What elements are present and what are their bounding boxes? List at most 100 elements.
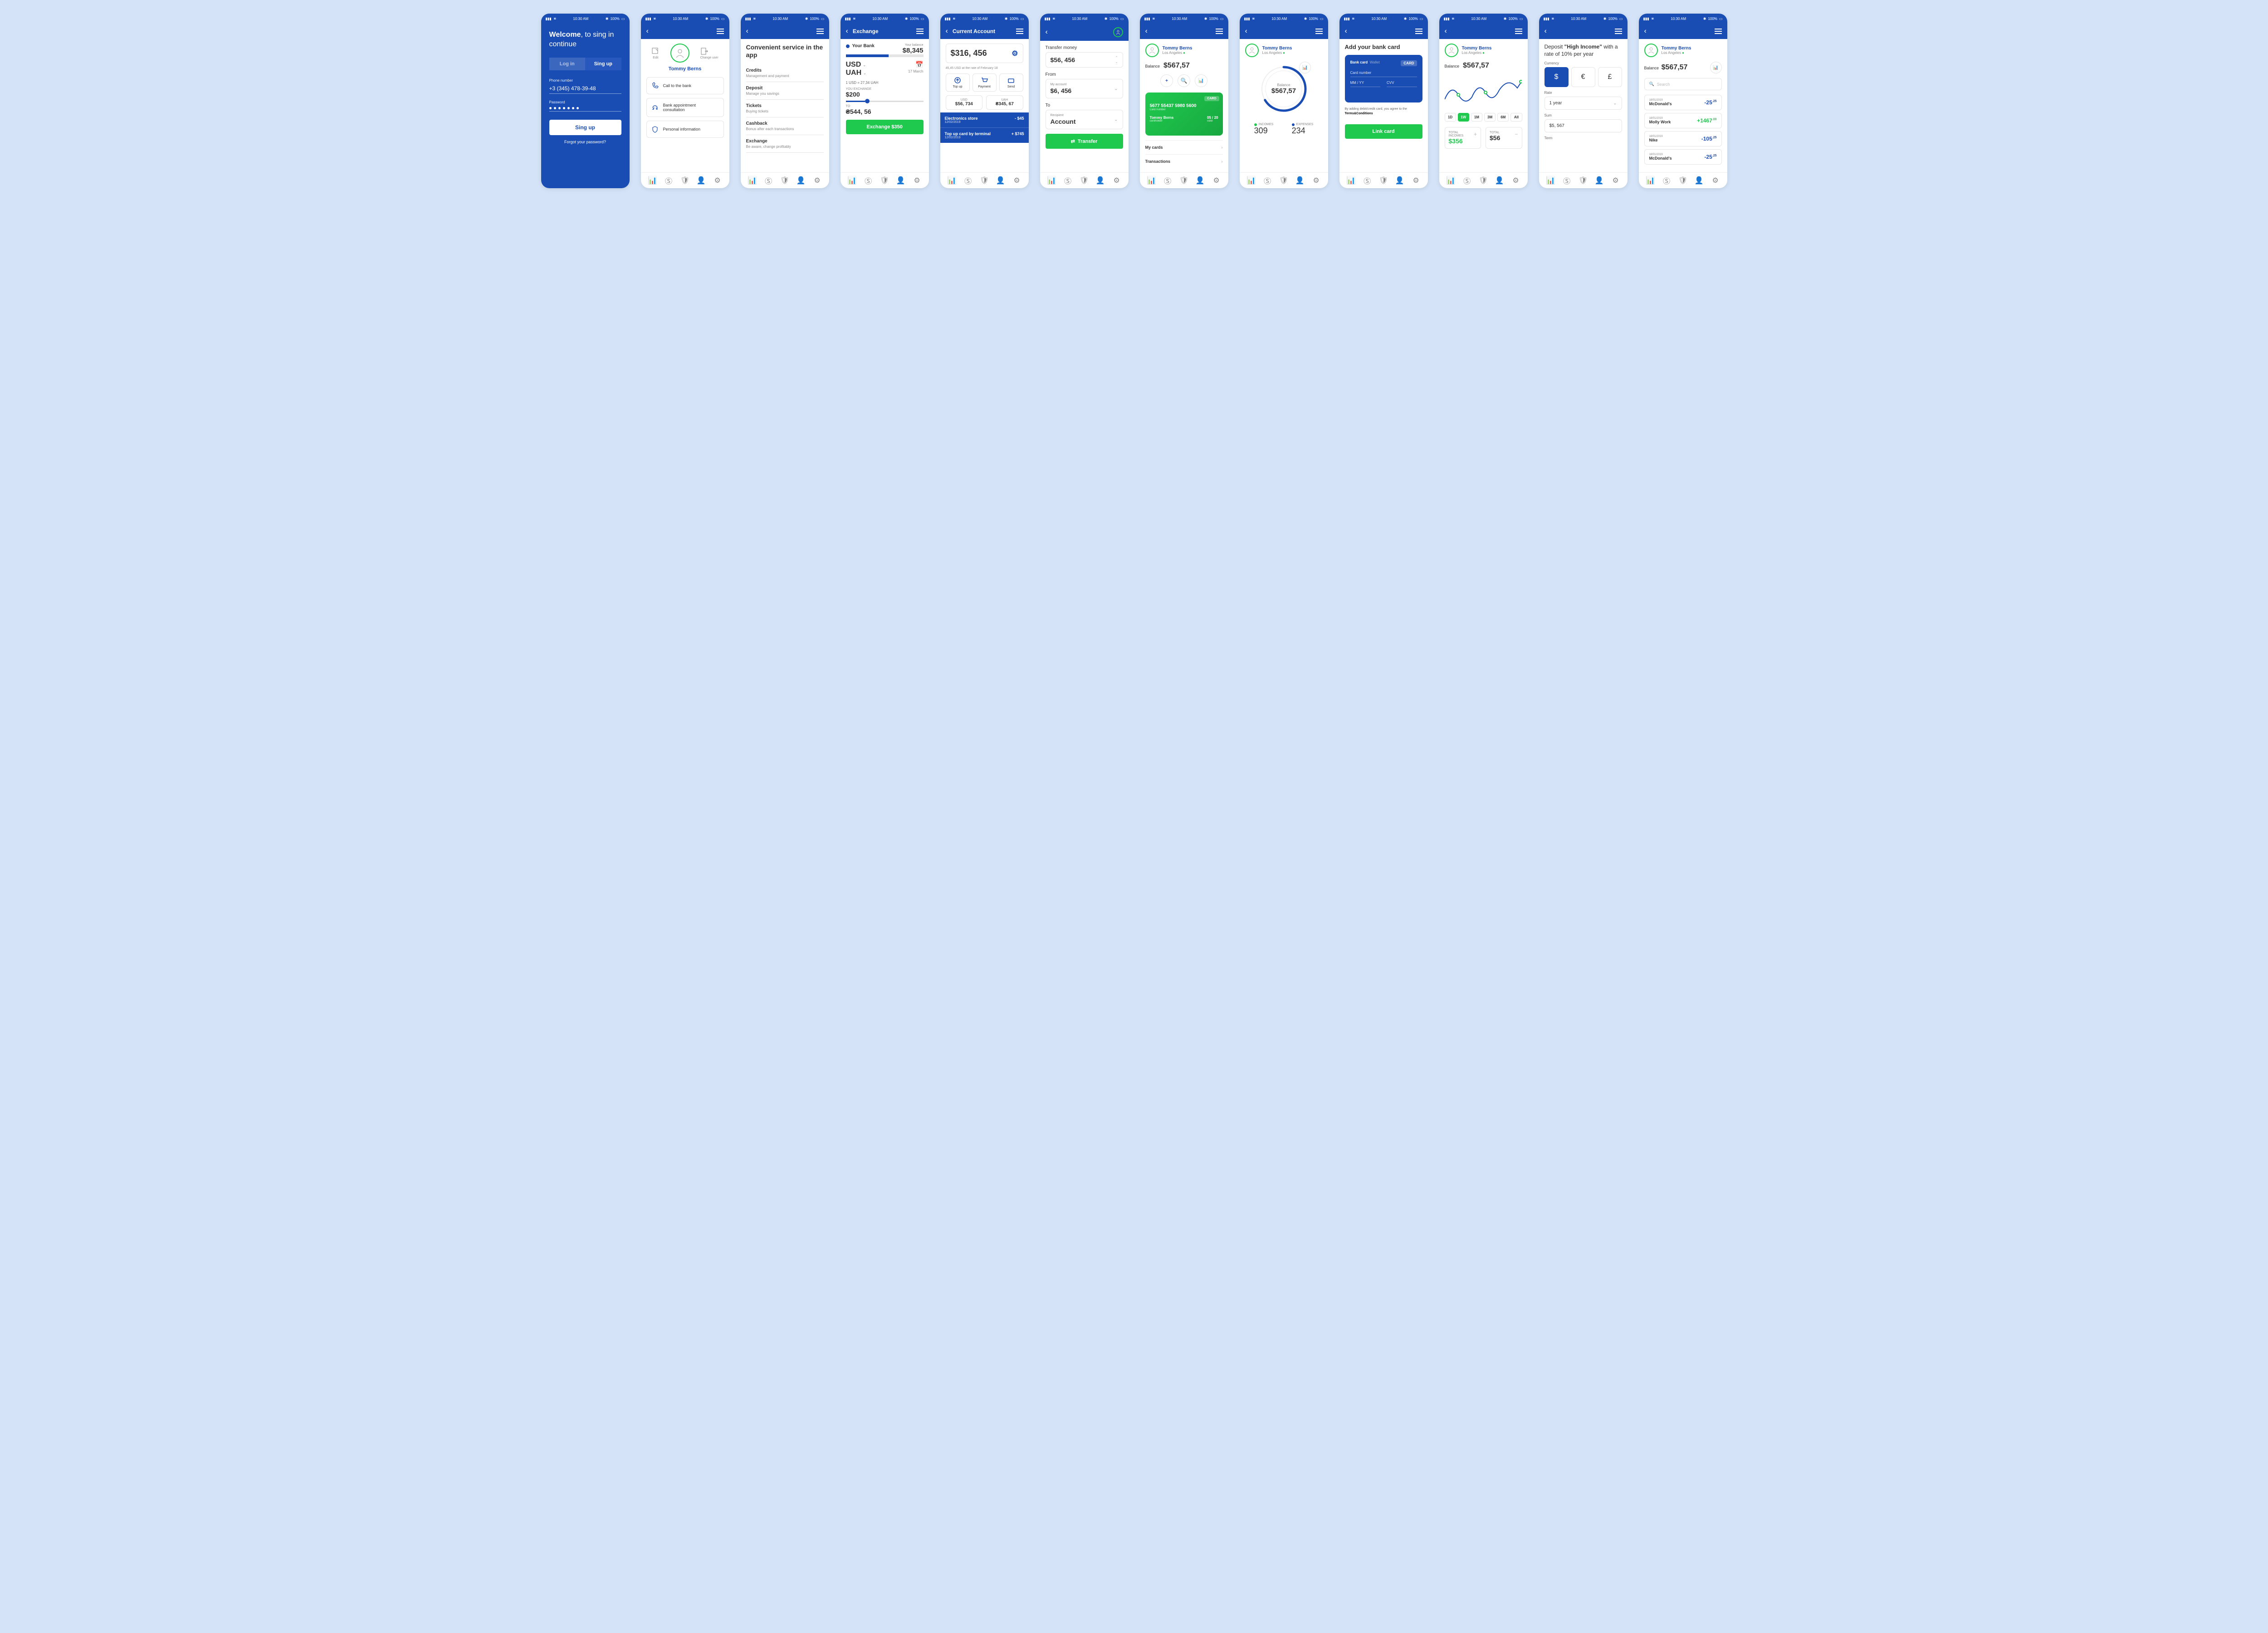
back-button[interactable]: ‹ [646, 27, 649, 35]
transaction-row[interactable]: 18/01/2019McDonald's-25.25 [1644, 149, 1722, 165]
call-bank-item[interactable]: Call to the bank [646, 77, 724, 94]
transaction-row[interactable]: 18/01/2019Molly Work+1467.00 [1644, 113, 1722, 128]
currency-from[interactable]: USD⌄ [846, 61, 866, 69]
signup-button[interactable]: Sing up [549, 120, 621, 135]
stats-button[interactable]: 📊 [1195, 74, 1207, 87]
nav-stats-icon[interactable]: 📊 [1147, 176, 1155, 185]
avatar[interactable] [670, 44, 689, 63]
avatar[interactable] [1145, 44, 1159, 57]
nav-shield-icon[interactable]: 🛡 [1479, 176, 1487, 185]
nav-money-icon[interactable]: Ⓢ [1662, 176, 1671, 185]
nav-money-icon[interactable]: Ⓢ [1163, 176, 1172, 185]
currency-eur[interactable]: € [1571, 67, 1595, 87]
menu-button[interactable] [1315, 29, 1323, 34]
nav-money-icon[interactable]: Ⓢ [1463, 176, 1471, 185]
nav-person-icon[interactable]: 👤 [997, 176, 1005, 185]
period-1D[interactable]: 1D [1445, 113, 1456, 122]
tab-wallet[interactable]: Wallet [1370, 60, 1380, 64]
nav-person-icon[interactable]: 👤 [1496, 176, 1504, 185]
service-item[interactable]: CashbackBonus after each transactions [746, 117, 824, 135]
nav-gear-icon[interactable]: ⚙ [1612, 176, 1620, 185]
nav-gear-icon[interactable]: ⚙ [813, 176, 821, 185]
nav-money-icon[interactable]: Ⓢ [964, 176, 972, 185]
rate-input[interactable]: 1 year ⌄ [1545, 97, 1622, 110]
nav-money-icon[interactable]: Ⓢ [1064, 176, 1072, 185]
avatar[interactable] [1644, 44, 1658, 57]
amount-input[interactable]: $56, 456 ⌃⌄ [1046, 52, 1123, 68]
nav-stats-icon[interactable]: 📊 [1047, 176, 1056, 185]
service-item[interactable]: DepositManage you savings [746, 82, 824, 100]
nav-shield-icon[interactable]: 🛡 [880, 176, 889, 185]
menu-button[interactable] [1415, 29, 1422, 34]
nav-stats-icon[interactable]: 📊 [1247, 176, 1255, 185]
nav-gear-icon[interactable]: ⚙ [1711, 176, 1720, 185]
currency-usd[interactable]: $ [1545, 67, 1569, 87]
nav-gear-icon[interactable]: ⚙ [1212, 176, 1221, 185]
tab-signup[interactable]: Sing up [585, 58, 621, 70]
nav-person-icon[interactable]: 👤 [1396, 176, 1404, 185]
search-button[interactable]: 🔍 [1178, 74, 1190, 87]
topup-button[interactable]: Top up [946, 73, 970, 92]
nav-gear-icon[interactable]: ⚙ [913, 176, 921, 185]
avatar[interactable] [1245, 44, 1259, 57]
transaction-row[interactable]: Electronics store12/02/2019 - $45 [940, 112, 1029, 127]
menu-button[interactable] [816, 29, 824, 34]
menu-button[interactable] [1515, 29, 1522, 34]
nav-stats-icon[interactable]: 📊 [848, 176, 856, 185]
nav-shield-icon[interactable]: 🛡 [1180, 176, 1188, 185]
period-6M[interactable]: 6M [1497, 113, 1509, 122]
transaction-row[interactable]: Top up card by terminal12/02/2019 + $745 [940, 127, 1029, 143]
total-expenses-box[interactable]: − TOTAL $56 [1486, 127, 1522, 149]
period-1W[interactable]: 1W [1458, 113, 1469, 122]
exchange-slider[interactable] [846, 101, 924, 102]
nav-person-icon[interactable]: 👤 [1196, 176, 1204, 185]
payment-button[interactable]: Payment [973, 73, 997, 92]
back-button[interactable]: ‹ [1145, 27, 1148, 35]
menu-button[interactable] [717, 29, 724, 34]
my-cards-link[interactable]: My cards› [1145, 140, 1223, 154]
back-button[interactable]: ‹ [746, 27, 748, 35]
back-button[interactable]: ‹ [1445, 27, 1447, 35]
back-button[interactable]: ‹ [946, 27, 948, 35]
nav-stats-icon[interactable]: 📊 [1646, 176, 1654, 185]
back-button[interactable]: ‹ [846, 27, 848, 35]
expiry-input[interactable]: MM / YY [1350, 81, 1381, 87]
menu-button[interactable] [1016, 29, 1023, 34]
nav-stats-icon[interactable]: 📊 [1347, 176, 1355, 185]
avatar[interactable] [1113, 27, 1123, 37]
phone-input[interactable]: +3 (345) 478-39-48 [549, 85, 621, 92]
menu-button[interactable] [1216, 29, 1223, 34]
nav-shield-icon[interactable]: 🛡 [1679, 176, 1687, 185]
tab-bankcard[interactable]: Bank card [1350, 60, 1368, 64]
sum-input[interactable]: $5, 567 [1545, 119, 1622, 132]
period-1M[interactable]: 1M [1471, 113, 1482, 122]
nav-shield-icon[interactable]: 🛡 [1080, 176, 1088, 185]
service-item[interactable]: ExchangeBe aware, change profitably [746, 135, 824, 153]
back-button[interactable]: ‹ [1644, 27, 1647, 35]
transfer-button[interactable]: ⇄ Transfer [1046, 134, 1123, 149]
calendar-icon[interactable]: 📅 [915, 61, 923, 68]
nav-money-icon[interactable]: Ⓢ [665, 176, 673, 185]
terms-link[interactable]: Terms&Conditions [1345, 112, 1373, 115]
from-account-input[interactable]: My account $6, 456 ⌄ [1046, 79, 1123, 98]
password-input[interactable] [549, 107, 621, 109]
nav-shield-icon[interactable]: 🛡 [1379, 176, 1388, 185]
nav-stats-icon[interactable]: 📊 [648, 176, 656, 185]
personal-info-item[interactable]: Personal information [646, 121, 724, 138]
back-button[interactable]: ‹ [1345, 27, 1347, 35]
nav-person-icon[interactable]: 👤 [1096, 176, 1105, 185]
nav-shield-icon[interactable]: 🛡 [781, 176, 789, 185]
change-user-button[interactable]: Change user [700, 47, 719, 59]
back-button[interactable]: ‹ [1046, 28, 1048, 36]
nav-gear-icon[interactable]: ⚙ [1113, 176, 1121, 185]
nav-person-icon[interactable]: 👤 [897, 176, 905, 185]
to-account-input[interactable]: Recipient Account ⌄ [1046, 110, 1123, 129]
link-card-button[interactable]: Link card [1345, 124, 1422, 139]
nav-person-icon[interactable]: 👤 [797, 176, 805, 185]
back-button[interactable]: ‹ [1245, 27, 1247, 35]
nav-money-icon[interactable]: Ⓢ [1263, 176, 1271, 185]
nav-gear-icon[interactable]: ⚙ [1013, 176, 1021, 185]
currency-to[interactable]: UAH⌄ [846, 69, 866, 77]
forgot-password-link[interactable]: Forgot your password? [549, 140, 621, 144]
menu-button[interactable] [916, 29, 924, 34]
